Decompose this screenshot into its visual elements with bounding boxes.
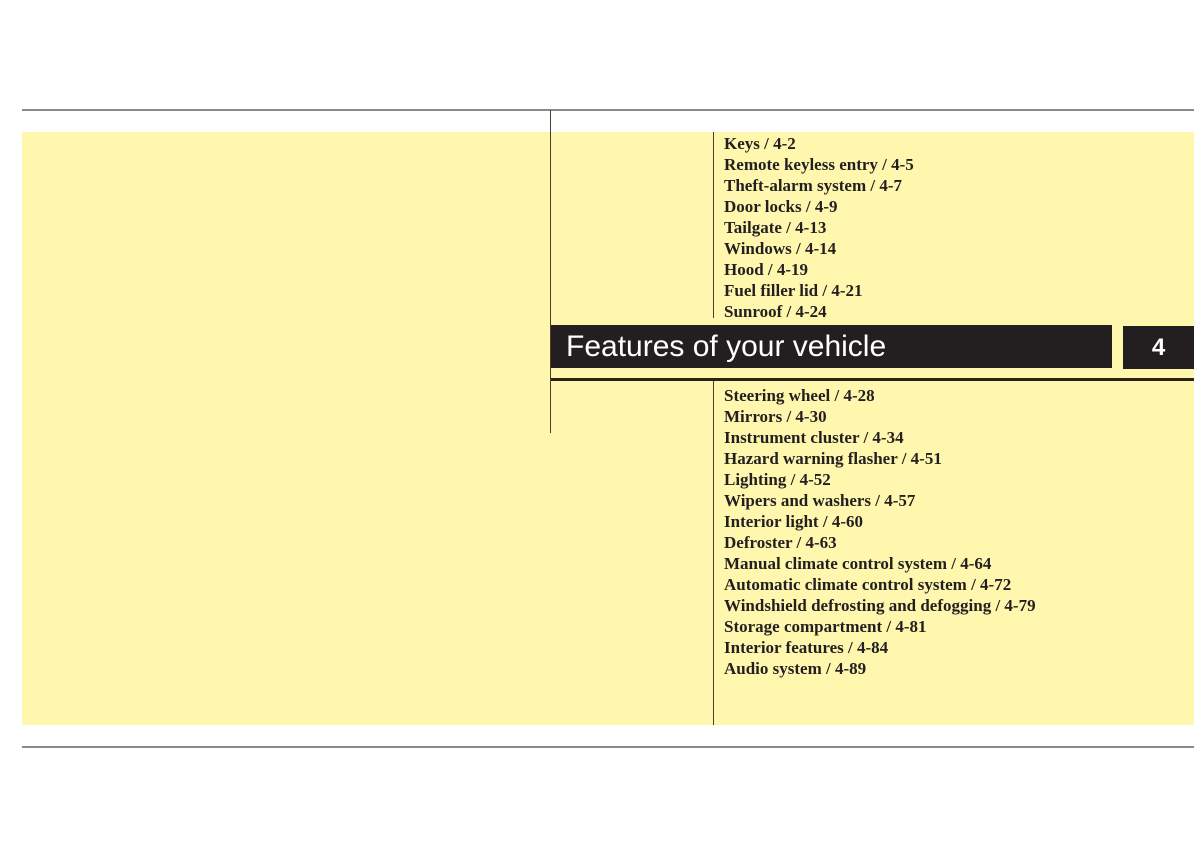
toc-list-lower: Steering wheel / 4-28 Mirrors / 4-30 Ins… bbox=[724, 385, 1036, 679]
toc-item[interactable]: Storage compartment / 4-81 bbox=[724, 616, 1036, 637]
toc-item[interactable]: Sunroof / 4-24 bbox=[724, 301, 914, 322]
toc-item[interactable]: Windshield defrosting and defogging / 4-… bbox=[724, 595, 1036, 616]
bottom-rule bbox=[22, 746, 1194, 748]
toc-item[interactable]: Hazard warning flasher / 4-51 bbox=[724, 448, 1036, 469]
toc-item[interactable]: Fuel filler lid / 4-21 bbox=[724, 280, 914, 301]
toc-divider-lower bbox=[713, 381, 714, 725]
title-underline bbox=[551, 378, 1194, 381]
toc-item[interactable]: Defroster / 4-63 bbox=[724, 532, 1036, 553]
toc-divider-upper bbox=[713, 132, 714, 318]
toc-item[interactable]: Interior light / 4-60 bbox=[724, 511, 1036, 532]
toc-item[interactable]: Hood / 4-19 bbox=[724, 259, 914, 280]
toc-item[interactable]: Interior features / 4-84 bbox=[724, 637, 1036, 658]
toc-item[interactable]: Theft-alarm system / 4-7 bbox=[724, 175, 914, 196]
toc-list-upper: Keys / 4-2 Remote keyless entry / 4-5 Th… bbox=[724, 133, 914, 322]
chapter-number-badge: 4 bbox=[1123, 326, 1194, 369]
toc-item[interactable]: Instrument cluster / 4-34 bbox=[724, 427, 1036, 448]
toc-item[interactable]: Remote keyless entry / 4-5 bbox=[724, 154, 914, 175]
toc-item[interactable]: Mirrors / 4-30 bbox=[724, 406, 1036, 427]
top-rule bbox=[22, 109, 1194, 111]
chapter-title: Features of your vehicle bbox=[551, 325, 1112, 368]
toc-item[interactable]: Audio system / 4-89 bbox=[724, 658, 1036, 679]
toc-item[interactable]: Windows / 4-14 bbox=[724, 238, 914, 259]
toc-item[interactable]: Wipers and washers / 4-57 bbox=[724, 490, 1036, 511]
toc-item[interactable]: Manual climate control system / 4-64 bbox=[724, 553, 1036, 574]
column-divider-left bbox=[550, 110, 551, 433]
toc-item[interactable]: Steering wheel / 4-28 bbox=[724, 385, 1036, 406]
toc-item[interactable]: Keys / 4-2 bbox=[724, 133, 914, 154]
toc-item[interactable]: Automatic climate control system / 4-72 bbox=[724, 574, 1036, 595]
toc-item[interactable]: Door locks / 4-9 bbox=[724, 196, 914, 217]
toc-item[interactable]: Lighting / 4-52 bbox=[724, 469, 1036, 490]
toc-item[interactable]: Tailgate / 4-13 bbox=[724, 217, 914, 238]
